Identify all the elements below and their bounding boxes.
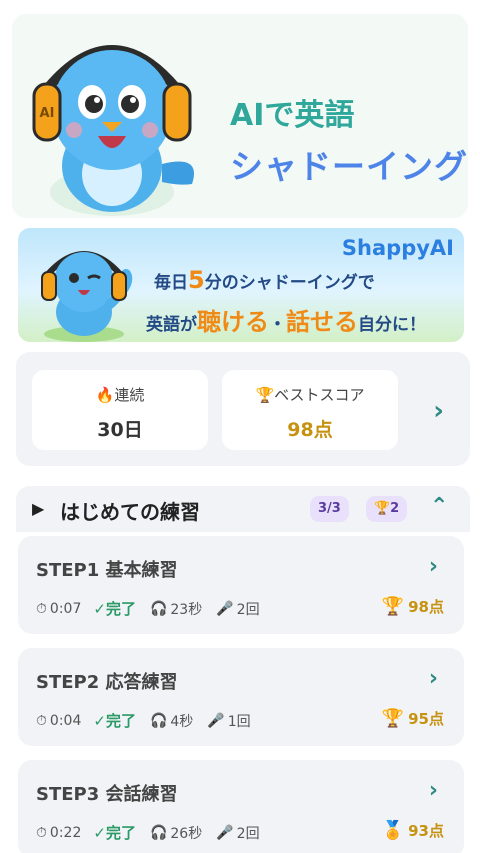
banner-tagline-line1: 毎日5分のシャドーイングで bbox=[154, 266, 375, 294]
progress-badge: 3/3 bbox=[310, 496, 349, 522]
step-score-value: 98点 bbox=[408, 598, 444, 616]
step-listen-time: 4秒 bbox=[170, 713, 194, 730]
streak-card: 🔥連続 30日 bbox=[32, 370, 208, 450]
chevron-right-icon[interactable]: › bbox=[429, 778, 438, 803]
banner-line2-d: 話せる bbox=[286, 308, 358, 336]
step-done-status: ✓完了 bbox=[93, 600, 136, 618]
banner-tagline-line2: 英語が聴ける・話せる自分に！ bbox=[146, 302, 426, 337]
best-score-card: 🏆ベストスコア 98点 bbox=[222, 370, 398, 450]
banner-line2-e: 自分に！ bbox=[358, 315, 426, 335]
step-listen-time: 23秒 bbox=[170, 601, 203, 618]
step-score-value: 95点 bbox=[408, 710, 444, 728]
step-listen-time: 26秒 bbox=[170, 825, 203, 842]
banner-line2-c: ・ bbox=[269, 315, 286, 335]
banner-mascot-image bbox=[41, 251, 133, 342]
step-score-value: 93点 bbox=[408, 822, 444, 840]
banner-logo: ShappyAI bbox=[341, 236, 454, 260]
headphones-icon: 🎧 bbox=[149, 824, 168, 841]
microphone-icon: 🎤 bbox=[216, 824, 234, 841]
timer-icon: ⏱ bbox=[36, 712, 47, 729]
banner-line2-a: 英語が bbox=[146, 315, 197, 335]
streak-value: 30日 bbox=[97, 419, 143, 441]
trophy-icon: 🏆 bbox=[381, 708, 405, 729]
hero-title-line1: AIで英語 bbox=[230, 98, 355, 133]
trophy-icon: 🏆 bbox=[381, 596, 405, 617]
section-title: はじめての練習 bbox=[60, 500, 200, 524]
mascot-badge-text: AI bbox=[39, 106, 55, 121]
hero-card: AI AIで英語 シャドーイング bbox=[12, 14, 468, 218]
step-record-count: 1回 bbox=[227, 713, 251, 730]
step-title: STEP3 会話練習 bbox=[36, 784, 178, 805]
promo-banner[interactable]: ShappyAI 毎日5分のシャドーイングで 英語が聴ける・話せる自分に！ bbox=[18, 228, 464, 342]
medal-icon: 🏅 bbox=[381, 820, 405, 841]
chevron-right-icon[interactable]: › bbox=[433, 396, 444, 426]
headphones-icon: 🎧 bbox=[149, 712, 168, 729]
microphone-icon: 🎤 bbox=[216, 600, 234, 617]
stats-panel[interactable]: 🔥連続 30日 🏆ベストスコア 98点 › bbox=[16, 352, 470, 466]
step-title: STEP1 基本練習 bbox=[36, 560, 178, 581]
best-score-label: 🏆ベストスコア bbox=[255, 386, 365, 404]
step-time: 0:22 bbox=[49, 824, 82, 841]
chevron-right-icon[interactable]: › bbox=[429, 666, 438, 691]
step-score: 🏆 95点 bbox=[382, 708, 444, 729]
headphones-icon: 🎧 bbox=[149, 600, 168, 617]
step-meta: ⏱ 0:22 ✓完了 🎧 26秒 🎤 2回 bbox=[36, 822, 260, 843]
step-done-status: ✓完了 bbox=[93, 824, 136, 842]
step-score: 🏆 98点 bbox=[382, 596, 444, 617]
timer-icon: ⏱ bbox=[36, 824, 47, 841]
best-score-value: 98点 bbox=[287, 419, 333, 441]
banner-line2-b: 聴ける bbox=[197, 308, 269, 336]
hero-title-line2: シャドーイング bbox=[230, 147, 468, 186]
step-done-status: ✓完了 bbox=[93, 712, 136, 730]
chevron-up-icon[interactable]: ⌃ bbox=[430, 494, 448, 519]
step-meta: ⏱ 0:04 ✓完了 🎧 4秒 🎤 1回 bbox=[36, 710, 251, 731]
step-card[interactable]: STEP1 基本練習 › ⏱ 0:07 ✓完了 🎧 23秒 🎤 2回 🏆 98点 bbox=[18, 536, 464, 634]
banner-line1-post: 分のシャドーイングで bbox=[204, 273, 375, 293]
trophy-count-badge: 🏆2 bbox=[366, 496, 408, 522]
microphone-icon: 🎤 bbox=[207, 712, 225, 729]
streak-label: 🔥連続 bbox=[95, 386, 145, 404]
step-time: 0:07 bbox=[49, 600, 82, 617]
step-record-count: 2回 bbox=[236, 825, 260, 842]
banner-line1-pre: 毎日 bbox=[154, 273, 188, 293]
step-score: 🏅 93点 bbox=[382, 820, 444, 841]
step-record-count: 2回 bbox=[236, 601, 260, 618]
play-triangle-icon: ▶ bbox=[32, 499, 45, 518]
chevron-right-icon[interactable]: › bbox=[429, 554, 438, 579]
step-card[interactable]: STEP3 会話練習 › ⏱ 0:22 ✓完了 🎧 26秒 🎤 2回 🏅 93点 bbox=[18, 760, 464, 853]
banner-line1-num: 5 bbox=[188, 266, 205, 294]
timer-icon: ⏱ bbox=[36, 600, 47, 617]
step-card[interactable]: STEP2 応答練習 › ⏱ 0:04 ✓完了 🎧 4秒 🎤 1回 🏆 95点 bbox=[18, 648, 464, 746]
step-title: STEP2 応答練習 bbox=[36, 672, 178, 693]
section-header[interactable]: ▶ はじめての練習 3/3 🏆2 ⌃ bbox=[16, 486, 470, 532]
step-time: 0:04 bbox=[49, 712, 82, 729]
step-meta: ⏱ 0:07 ✓完了 🎧 23秒 🎤 2回 bbox=[36, 598, 260, 619]
